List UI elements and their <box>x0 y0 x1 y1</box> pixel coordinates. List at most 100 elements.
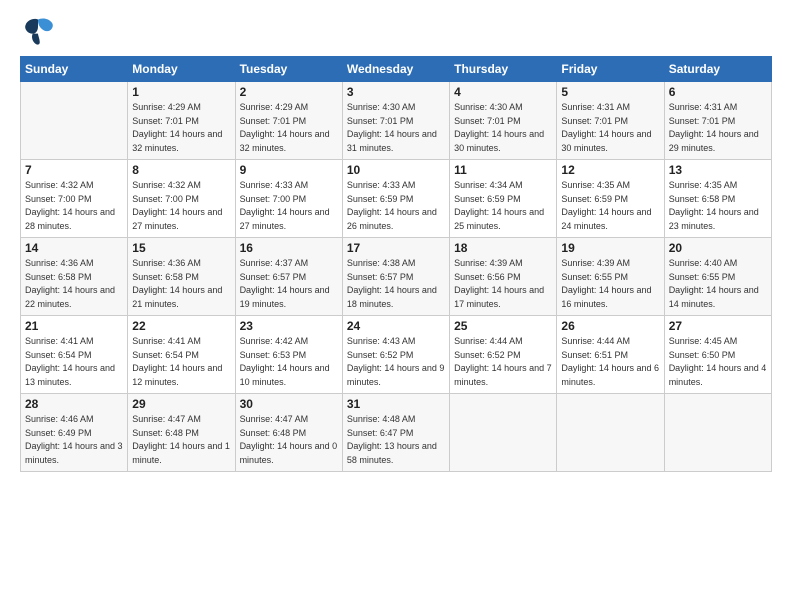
header <box>20 16 772 46</box>
day-number: 30 <box>240 397 338 411</box>
day-number: 24 <box>347 319 445 333</box>
calendar-cell: 20 Sunrise: 4:40 AMSunset: 6:55 PMDayligh… <box>664 238 771 316</box>
day-number: 22 <box>132 319 230 333</box>
page: SundayMondayTuesdayWednesdayThursdayFrid… <box>0 0 792 612</box>
logo <box>20 16 60 46</box>
calendar-cell: 3 Sunrise: 4:30 AMSunset: 7:01 PMDaylight… <box>342 82 449 160</box>
calendar-cell: 28Sunrise: 4:46 AMSunset: 6:49 PMDayligh… <box>21 394 128 472</box>
calendar-cell <box>450 394 557 472</box>
calendar-cell: 11 Sunrise: 4:34 AMSunset: 6:59 PMDayligh… <box>450 160 557 238</box>
day-detail: Sunrise: 4:40 AMSunset: 6:55 PMDaylight:… <box>669 257 767 311</box>
calendar-cell: 23 Sunrise: 4:42 AMSunset: 6:53 PMDayligh… <box>235 316 342 394</box>
day-detail: Sunrise: 4:32 AMSunset: 7:00 PMDaylight:… <box>132 179 230 233</box>
day-detail: Sunrise: 4:31 AMSunset: 7:01 PMDaylight:… <box>669 101 767 155</box>
day-number: 12 <box>561 163 659 177</box>
day-number: 25 <box>454 319 552 333</box>
day-detail: Sunrise: 4:44 AMSunset: 6:52 PMDaylight:… <box>454 335 552 389</box>
calendar-cell: 4 Sunrise: 4:30 AMSunset: 7:01 PMDaylight… <box>450 82 557 160</box>
day-number: 20 <box>669 241 767 255</box>
weekday-header-saturday: Saturday <box>664 57 771 82</box>
calendar-cell: 1 Sunrise: 4:29 AMSunset: 7:01 PMDaylight… <box>128 82 235 160</box>
calendar-cell: 27 Sunrise: 4:45 AMSunset: 6:50 PMDayligh… <box>664 316 771 394</box>
calendar-week-row: 21Sunrise: 4:41 AMSunset: 6:54 PMDayligh… <box>21 316 772 394</box>
day-number: 6 <box>669 85 767 99</box>
day-number: 28 <box>25 397 123 411</box>
day-detail: Sunrise: 4:29 AMSunset: 7:01 PMDaylight:… <box>240 101 338 155</box>
day-detail: Sunrise: 4:34 AMSunset: 6:59 PMDaylight:… <box>454 179 552 233</box>
calendar-cell: 9Sunrise: 4:33 AMSunset: 7:00 PMDaylight… <box>235 160 342 238</box>
calendar-week-row: 7Sunrise: 4:32 AMSunset: 7:00 PMDaylight… <box>21 160 772 238</box>
day-number: 19 <box>561 241 659 255</box>
calendar-cell: 2 Sunrise: 4:29 AMSunset: 7:01 PMDaylight… <box>235 82 342 160</box>
day-number: 26 <box>561 319 659 333</box>
day-number: 16 <box>240 241 338 255</box>
calendar-cell: 30 Sunrise: 4:47 AMSunset: 6:48 PMDayligh… <box>235 394 342 472</box>
calendar-cell: 18 Sunrise: 4:39 AMSunset: 6:56 PMDayligh… <box>450 238 557 316</box>
day-detail: Sunrise: 4:42 AMSunset: 6:53 PMDaylight:… <box>240 335 338 389</box>
calendar-cell: 22 Sunrise: 4:41 AMSunset: 6:54 PMDayligh… <box>128 316 235 394</box>
calendar-cell: 16Sunrise: 4:37 AMSunset: 6:57 PMDayligh… <box>235 238 342 316</box>
calendar-cell: 19 Sunrise: 4:39 AMSunset: 6:55 PMDayligh… <box>557 238 664 316</box>
calendar-cell: 13Sunrise: 4:35 AMSunset: 6:58 PMDayligh… <box>664 160 771 238</box>
calendar-cell: 26 Sunrise: 4:44 AMSunset: 6:51 PMDayligh… <box>557 316 664 394</box>
calendar-cell <box>21 82 128 160</box>
day-detail: Sunrise: 4:36 AMSunset: 6:58 PMDaylight:… <box>132 257 230 311</box>
day-number: 5 <box>561 85 659 99</box>
day-number: 18 <box>454 241 552 255</box>
day-detail: Sunrise: 4:43 AMSunset: 6:52 PMDaylight:… <box>347 335 445 389</box>
calendar-cell: 14 Sunrise: 4:36 AMSunset: 6:58 PMDayligh… <box>21 238 128 316</box>
calendar-week-row: 1 Sunrise: 4:29 AMSunset: 7:01 PMDaylight… <box>21 82 772 160</box>
day-number: 10 <box>347 163 445 177</box>
calendar-cell: 25 Sunrise: 4:44 AMSunset: 6:52 PMDayligh… <box>450 316 557 394</box>
weekday-header-sunday: Sunday <box>21 57 128 82</box>
day-number: 11 <box>454 163 552 177</box>
calendar-cell: 5 Sunrise: 4:31 AMSunset: 7:01 PMDaylight… <box>557 82 664 160</box>
calendar-cell: 17 Sunrise: 4:38 AMSunset: 6:57 PMDayligh… <box>342 238 449 316</box>
day-number: 1 <box>132 85 230 99</box>
day-detail: Sunrise: 4:33 AMSunset: 6:59 PMDaylight:… <box>347 179 445 233</box>
day-detail: Sunrise: 4:48 AMSunset: 6:47 PMDaylight:… <box>347 413 445 467</box>
day-number: 2 <box>240 85 338 99</box>
day-number: 14 <box>25 241 123 255</box>
day-number: 27 <box>669 319 767 333</box>
day-detail: Sunrise: 4:45 AMSunset: 6:50 PMDaylight:… <box>669 335 767 389</box>
calendar-cell: 29Sunrise: 4:47 AMSunset: 6:48 PMDayligh… <box>128 394 235 472</box>
calendar-cell: 31 Sunrise: 4:48 AMSunset: 6:47 PMDayligh… <box>342 394 449 472</box>
calendar-week-row: 14 Sunrise: 4:36 AMSunset: 6:58 PMDayligh… <box>21 238 772 316</box>
calendar-cell: 10 Sunrise: 4:33 AMSunset: 6:59 PMDayligh… <box>342 160 449 238</box>
day-detail: Sunrise: 4:35 AMSunset: 6:58 PMDaylight:… <box>669 179 767 233</box>
day-detail: Sunrise: 4:39 AMSunset: 6:55 PMDaylight:… <box>561 257 659 311</box>
calendar-cell <box>557 394 664 472</box>
day-detail: Sunrise: 4:32 AMSunset: 7:00 PMDaylight:… <box>25 179 123 233</box>
day-detail: Sunrise: 4:38 AMSunset: 6:57 PMDaylight:… <box>347 257 445 311</box>
weekday-header-row: SundayMondayTuesdayWednesdayThursdayFrid… <box>21 57 772 82</box>
day-detail: Sunrise: 4:41 AMSunset: 6:54 PMDaylight:… <box>132 335 230 389</box>
day-number: 9 <box>240 163 338 177</box>
day-detail: Sunrise: 4:44 AMSunset: 6:51 PMDaylight:… <box>561 335 659 389</box>
day-detail: Sunrise: 4:31 AMSunset: 7:01 PMDaylight:… <box>561 101 659 155</box>
day-detail: Sunrise: 4:29 AMSunset: 7:01 PMDaylight:… <box>132 101 230 155</box>
day-number: 17 <box>347 241 445 255</box>
calendar-cell: 12Sunrise: 4:35 AMSunset: 6:59 PMDayligh… <box>557 160 664 238</box>
weekday-header-wednesday: Wednesday <box>342 57 449 82</box>
calendar-cell: 6 Sunrise: 4:31 AMSunset: 7:01 PMDaylight… <box>664 82 771 160</box>
day-detail: Sunrise: 4:36 AMSunset: 6:58 PMDaylight:… <box>25 257 123 311</box>
weekday-header-monday: Monday <box>128 57 235 82</box>
calendar-cell <box>664 394 771 472</box>
day-number: 15 <box>132 241 230 255</box>
day-number: 31 <box>347 397 445 411</box>
logo-bird-icon <box>20 16 56 46</box>
day-detail: Sunrise: 4:30 AMSunset: 7:01 PMDaylight:… <box>347 101 445 155</box>
day-number: 3 <box>347 85 445 99</box>
day-number: 23 <box>240 319 338 333</box>
weekday-header-friday: Friday <box>557 57 664 82</box>
weekday-header-thursday: Thursday <box>450 57 557 82</box>
day-number: 4 <box>454 85 552 99</box>
day-detail: Sunrise: 4:47 AMSunset: 6:48 PMDaylight:… <box>240 413 338 467</box>
calendar-cell: 8Sunrise: 4:32 AMSunset: 7:00 PMDaylight… <box>128 160 235 238</box>
day-detail: Sunrise: 4:30 AMSunset: 7:01 PMDaylight:… <box>454 101 552 155</box>
calendar-table: SundayMondayTuesdayWednesdayThursdayFrid… <box>20 56 772 472</box>
calendar-cell: 7Sunrise: 4:32 AMSunset: 7:00 PMDaylight… <box>21 160 128 238</box>
day-number: 29 <box>132 397 230 411</box>
day-detail: Sunrise: 4:39 AMSunset: 6:56 PMDaylight:… <box>454 257 552 311</box>
